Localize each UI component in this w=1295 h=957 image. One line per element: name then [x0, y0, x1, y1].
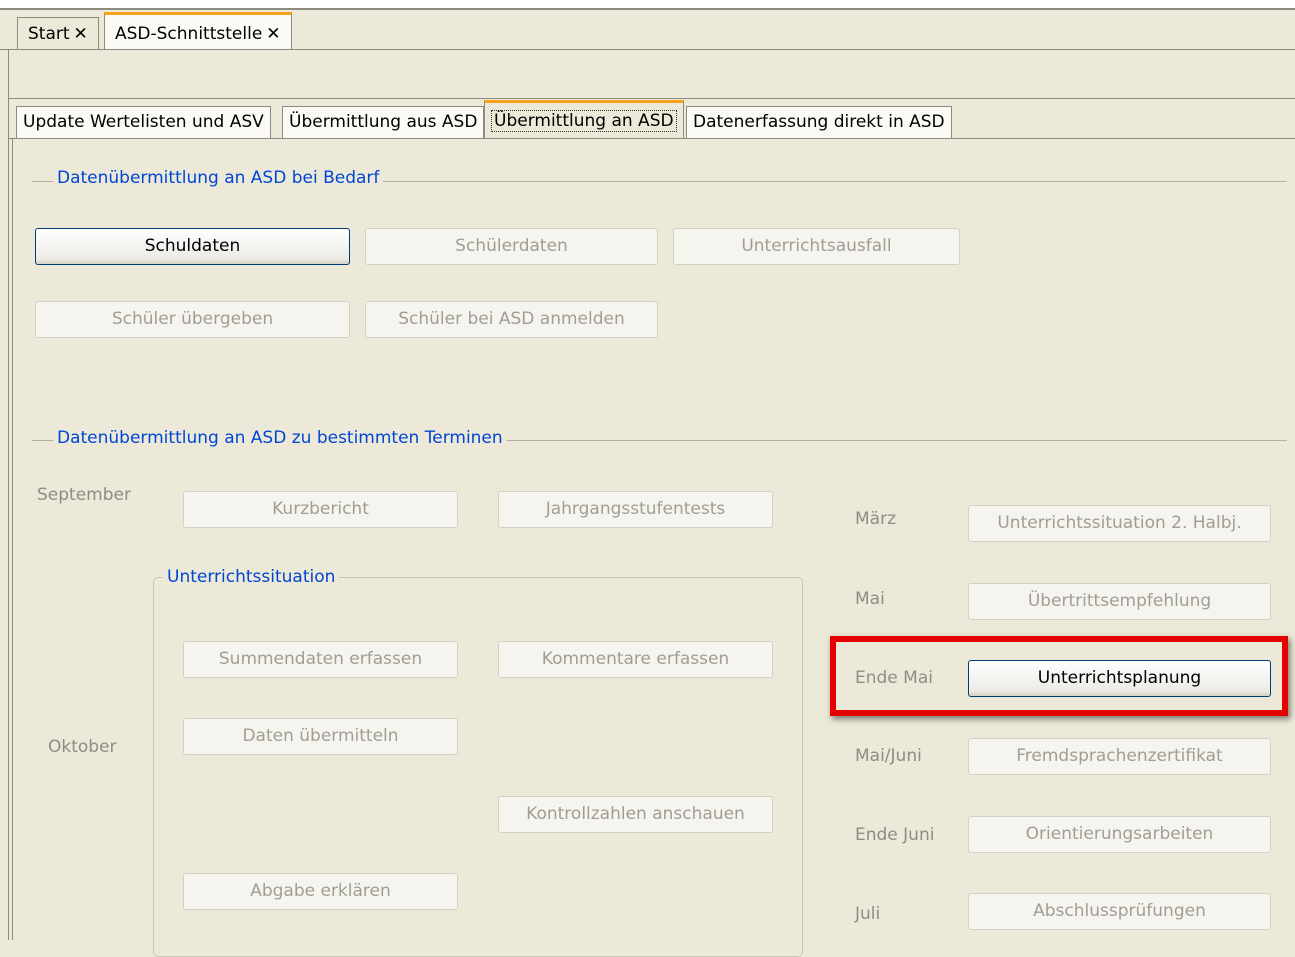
tab-asd-schnittstelle-label: ASD-Schnittstelle	[115, 24, 263, 44]
highlight-box	[830, 636, 1288, 716]
unterrichtsausfall-button[interactable]: Unterrichtsausfall	[673, 228, 960, 265]
close-icon[interactable]: ✕	[74, 24, 88, 44]
close-icon[interactable]: ✕	[266, 24, 280, 44]
tab-uebermittlung-aus-asd[interactable]: Übermittlung aus ASD	[282, 106, 485, 138]
abgabe-erklaeren-button[interactable]: Abgabe erklären	[183, 873, 458, 910]
abschlusspruefungen-button[interactable]: Abschlussprüfungen	[968, 893, 1271, 930]
tab-uebermittlung-aus-asd-label: Übermittlung aus ASD	[289, 112, 478, 132]
tab-start-label: Start	[28, 24, 70, 44]
month-label-mai: Mai	[855, 589, 885, 609]
month-label-maerz: März	[855, 509, 896, 529]
window-top-edge	[0, 0, 1295, 10]
tab-datenerfassung-direkt[interactable]: Datenerfassung direkt in ASD	[686, 106, 952, 138]
tab-uebermittlung-an-asd[interactable]: Übermittlung an ASD	[484, 100, 684, 138]
tab-start[interactable]: Start ✕	[17, 17, 99, 49]
kontrollzahlen-button[interactable]: Kontrollzahlen anschauen	[498, 796, 773, 833]
unterrichtssituation-2-button[interactable]: Unterrichtssituation 2. Halbj.	[968, 505, 1271, 542]
month-label-mai-juni: Mai/Juni	[855, 746, 922, 766]
tab-uebermittlung-an-asd-label: Übermittlung an ASD	[491, 110, 677, 132]
kommentare-button[interactable]: Kommentare erfassen	[498, 641, 773, 678]
tab-datenerfassung-direkt-label: Datenerfassung direkt in ASD	[693, 112, 945, 132]
orientierungsarbeiten-button[interactable]: Orientierungsarbeiten	[968, 816, 1271, 853]
schuldaten-button[interactable]: Schuldaten	[35, 228, 350, 265]
window-left-edge	[0, 50, 9, 940]
tab-update-wertelisten-label: Update Wertelisten und ASV	[23, 112, 264, 132]
schuelerdaten-button[interactable]: Schülerdaten	[365, 228, 658, 265]
group-title-unterrichtssituation: Unterrichtssituation	[163, 567, 340, 587]
tabstrip-divider	[0, 49, 1295, 50]
panel-left-edge	[12, 139, 13, 940]
group-title-termine: Datenübermittlung an ASD zu bestimmten T…	[53, 428, 507, 448]
month-label-ende-juni: Ende Juni	[855, 825, 935, 845]
inner-tabstrip-top	[8, 98, 1295, 99]
daten-uebermitteln-button[interactable]: Daten übermitteln	[183, 718, 458, 755]
kurzbericht-button[interactable]: Kurzbericht	[183, 491, 458, 528]
tab-asd-schnittstelle[interactable]: ASD-Schnittstelle ✕	[104, 12, 292, 50]
jahrgangsstufentests-button[interactable]: Jahrgangsstufentests	[498, 491, 773, 528]
schueler-uebergeben-button[interactable]: Schüler übergeben	[35, 301, 350, 338]
fremdsprachenzertifikat-button[interactable]: Fremdsprachenzertifikat	[968, 738, 1271, 775]
summendaten-button[interactable]: Summendaten erfassen	[183, 641, 458, 678]
month-label-oktober: Oktober	[48, 737, 117, 757]
month-label-juli: Juli	[855, 904, 881, 924]
inner-tabstrip-bottom	[8, 138, 1295, 139]
tab-update-wertelisten[interactable]: Update Wertelisten und ASV	[16, 106, 271, 138]
month-label-september: September	[37, 485, 131, 505]
schueler-anmelden-button[interactable]: Schüler bei ASD anmelden	[365, 301, 658, 338]
uebertrittsempfehlung-button[interactable]: Übertrittsempfehlung	[968, 583, 1271, 620]
group-title-bedarf: Datenübermittlung an ASD bei Bedarf	[53, 168, 384, 188]
